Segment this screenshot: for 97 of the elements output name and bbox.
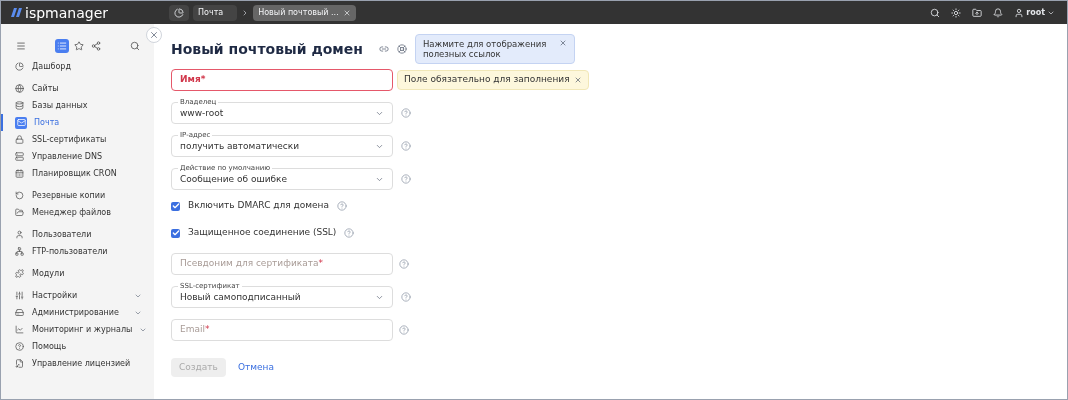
undo-icon (14, 191, 24, 200)
sidebar-item-label: Менеджер файлов (32, 206, 111, 219)
sidebar-item-label: Помощь (32, 340, 67, 353)
hint-text: Нажмите для отображения полезных ссылок (422, 39, 548, 59)
sidebar-item-label: Планировщик CRON (32, 167, 117, 180)
sidebar-item-label: Дашборд (32, 60, 71, 73)
sidebar-item-label: Модули (32, 267, 65, 280)
close-icon[interactable] (558, 39, 567, 47)
sidebar-item[interactable]: Базы данных (1, 97, 154, 114)
breadcrumb-tab[interactable]: Новый почтовый ... (253, 4, 356, 21)
breadcrumb-tab[interactable]: Почта (193, 4, 238, 21)
help-icon[interactable] (337, 201, 348, 211)
dashboard-tab[interactable] (169, 4, 189, 21)
checkbox-label: Включить DMARC для домена (188, 199, 330, 213)
sidebar-item-label: FTP-пользователи (32, 245, 108, 258)
field-value: получить автоматически (180, 140, 300, 154)
close-icon[interactable] (573, 76, 582, 84)
page-title: Новый почтовый домен (171, 39, 363, 59)
help-icon[interactable] (399, 259, 409, 269)
sidebar-item[interactable]: Администрирование (1, 304, 154, 321)
sidebar-item-label: Управление лицензией (32, 357, 131, 370)
sidebar-item[interactable]: SSL-сертификаты (1, 131, 154, 148)
link-icon[interactable] (378, 44, 389, 54)
folder-icon (14, 208, 24, 217)
sidebar-item-label: Управление DNS (32, 150, 102, 163)
sidebar-item[interactable]: Управление DNS (1, 148, 154, 165)
nodes-icon[interactable] (89, 39, 103, 53)
lock-icon (14, 135, 24, 144)
checkbox[interactable] (171, 228, 180, 238)
bell-icon[interactable] (993, 7, 1004, 18)
sidebar-item[interactable]: Модули (1, 265, 154, 282)
help-icon (14, 342, 24, 351)
sliders-icon (14, 291, 24, 300)
field-value: Новый самоподписанный (180, 291, 301, 305)
network-icon (14, 247, 24, 256)
error-message: Поле обязательно для заполнения (404, 73, 570, 87)
user-menu[interactable]: root (1014, 6, 1055, 19)
help-icon[interactable] (401, 292, 411, 302)
field-value: Сообщение об ошибке (180, 173, 288, 187)
sidebar-item[interactable]: Пользователи (1, 226, 154, 243)
sidebar-item-label: SSL-сертификаты (32, 133, 107, 146)
calendar-icon (14, 169, 24, 178)
search-icon[interactable] (930, 7, 941, 18)
sidebar-item[interactable]: Мониторинг и журналы (1, 321, 154, 338)
close-button[interactable] (146, 27, 162, 43)
close-icon[interactable] (342, 8, 351, 17)
drive-icon (14, 308, 24, 317)
sidebar-item-label: Пользователи (32, 228, 92, 241)
help-icon[interactable] (344, 228, 355, 238)
sidebar-item[interactable]: Почта (1, 114, 154, 131)
input-field[interactable]: Имя* (171, 69, 393, 91)
sidebar-item[interactable]: Помощь (1, 338, 154, 355)
checkbox-label: Защищенное соединение (SSL) (188, 226, 337, 240)
help-icon[interactable] (401, 174, 411, 184)
sidebar-item[interactable]: Управление лицензией (1, 355, 154, 372)
sidebar-item-label: Базы данных (32, 99, 88, 112)
globe-icon (14, 84, 24, 93)
help-icon[interactable] (399, 325, 409, 335)
sidebar-item-label: Почта (34, 116, 60, 129)
pie-chart-icon (14, 62, 24, 71)
puzzle-icon (14, 269, 24, 278)
list-icon[interactable] (55, 39, 69, 53)
sidebar-item[interactable]: Дашборд (1, 58, 154, 75)
sidebar-item-label: Мониторинг и журналы (32, 323, 133, 336)
sidebar-item-label: Резервные копии (32, 189, 106, 202)
sidebar-item-label: Сайты (32, 82, 59, 95)
database-icon (14, 101, 24, 110)
sidebar-item[interactable]: Планировщик CRON (1, 165, 154, 182)
sidebar-item[interactable]: Резервные копии (1, 187, 154, 204)
file-key-icon (14, 359, 24, 368)
sidebar-item[interactable]: FTP-пользователи (1, 243, 154, 260)
cancel-link[interactable]: Отмена (237, 360, 274, 375)
search-icon[interactable] (130, 41, 140, 51)
server-icon (14, 152, 24, 161)
menu-icon[interactable] (14, 39, 28, 53)
folder-upload-icon[interactable] (972, 7, 983, 18)
field-value: www-root (180, 107, 224, 121)
sidebar-item[interactable]: Сайты (1, 80, 154, 97)
pie-chart-icon (174, 7, 184, 18)
input-field[interactable]: Псевдоним для сертификата* (171, 253, 393, 275)
sidebar-item-label: Администрирование (32, 306, 119, 319)
star-icon[interactable] (72, 39, 86, 53)
sun-icon[interactable] (951, 7, 962, 18)
help-icon[interactable] (401, 141, 411, 151)
sidebar-item[interactable]: Настройки (1, 287, 154, 304)
user-icon (1014, 7, 1025, 18)
logo: ispmanager (25, 5, 108, 20)
checkbox[interactable] (171, 201, 180, 211)
help-icon[interactable] (401, 108, 411, 118)
input-field[interactable]: Email* (171, 319, 393, 341)
chart-icon (14, 325, 24, 334)
sidebar-item[interactable]: Менеджер файлов (1, 204, 154, 221)
lifebuoy-icon[interactable] (396, 44, 407, 54)
logo-icon (11, 8, 23, 17)
user-icon (14, 230, 24, 239)
sidebar-item-label: Настройки (32, 289, 78, 302)
close-icon (149, 30, 159, 40)
